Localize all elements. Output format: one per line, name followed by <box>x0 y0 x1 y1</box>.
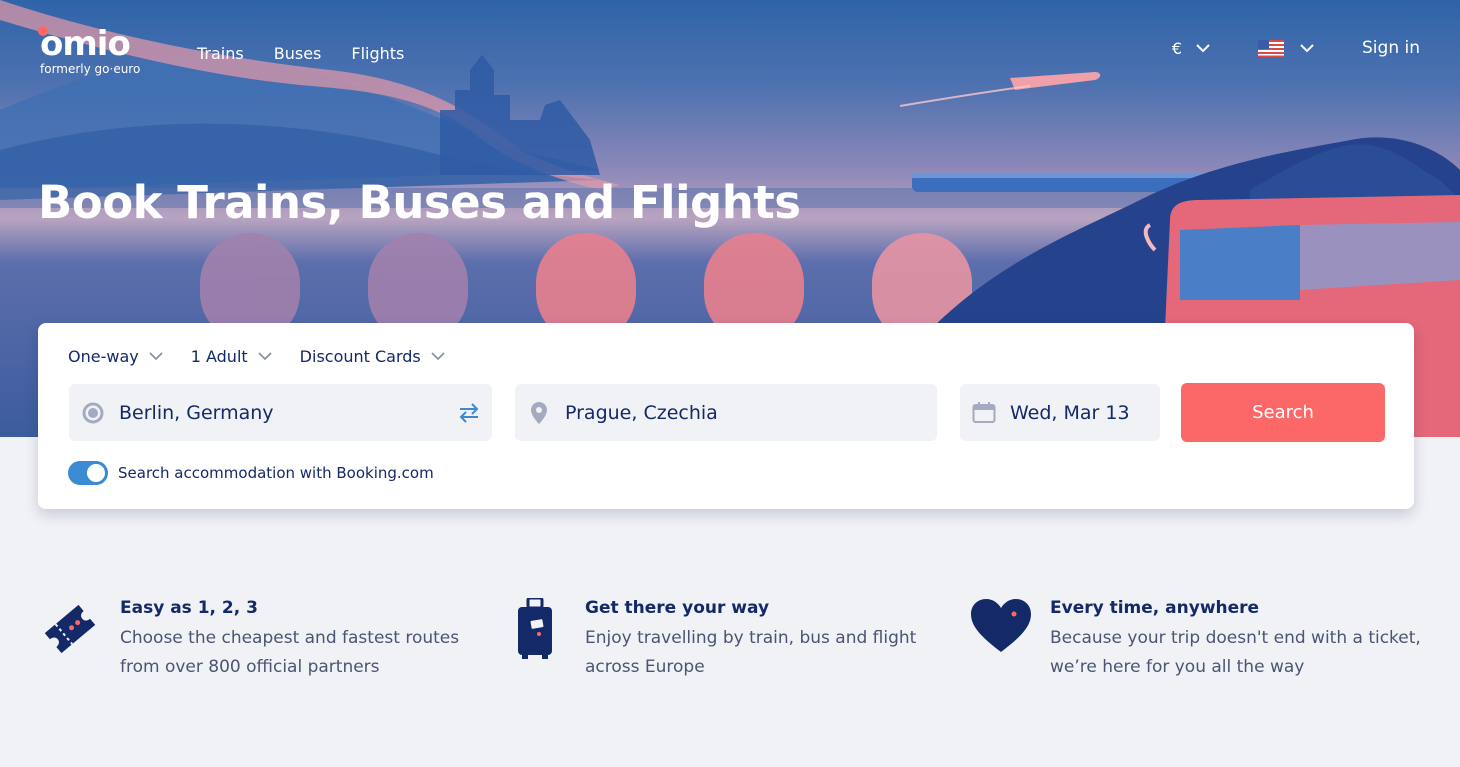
feature-item: Easy as 1, 2, 3 Choose the cheapest and … <box>40 598 500 682</box>
date-field[interactable]: Wed, Mar 13 <box>960 384 1160 441</box>
nav-trains-link[interactable]: Trains <box>197 44 244 63</box>
search-button[interactable]: Search <box>1181 383 1385 442</box>
search-options: One-way 1 Adult Discount Cards <box>68 347 445 366</box>
currency-symbol: € <box>1171 38 1183 58</box>
chevron-down-icon <box>431 352 445 361</box>
toggle-knob <box>87 464 105 482</box>
chevron-down-icon <box>1300 44 1314 53</box>
discount-cards-label: Discount Cards <box>299 347 421 366</box>
main-nav: Trains Buses Flights <box>197 44 404 63</box>
hero-title: Book Trains, Buses and Flights <box>38 176 801 229</box>
passengers-label: 1 Adult <box>190 347 248 366</box>
sign-in-link[interactable]: Sign in <box>1362 38 1420 58</box>
us-flag-icon <box>1258 39 1285 57</box>
nav-buses-link[interactable]: Buses <box>274 44 322 63</box>
trip-type-label: One-way <box>68 347 139 366</box>
trip-type-dropdown[interactable]: One-way <box>68 347 163 366</box>
chevron-down-icon <box>1196 44 1210 53</box>
swap-icon[interactable] <box>456 400 482 431</box>
accommodation-toggle[interactable] <box>68 461 108 485</box>
chevron-down-icon <box>149 352 163 361</box>
feature-title: Every time, anywhere <box>1050 598 1260 618</box>
passengers-dropdown[interactable]: 1 Adult <box>191 347 272 366</box>
feature-title: Get there your way <box>585 598 770 618</box>
to-value: Prague, Czechia <box>565 401 718 424</box>
calendar-icon <box>972 401 996 425</box>
heart-icon <box>970 598 1050 682</box>
to-field[interactable]: Prague, Czechia <box>515 384 937 441</box>
feature-item: Every time, anywhere Because your trip d… <box>970 598 1430 682</box>
feature-text: Because your trip doesn't end with a tic… <box>1050 628 1421 677</box>
from-field[interactable]: Berlin, Germany <box>69 384 492 441</box>
origin-circle-icon <box>81 401 105 425</box>
feature-title: Easy as 1, 2, 3 <box>120 598 258 618</box>
language-selector[interactable] <box>1258 39 1314 57</box>
feature-text: Choose the cheapest and fastest routes f… <box>120 628 460 677</box>
feature-text: Enjoy travelling by train, bus and fligh… <box>585 628 917 677</box>
search-card: One-way 1 Adult Discount Cards Berlin, G… <box>38 323 1414 509</box>
logo-dot <box>38 26 48 36</box>
accommodation-label: Search accommodation with Booking.com <box>118 464 434 482</box>
nav-flights-link[interactable]: Flights <box>351 44 404 63</box>
suitcase-icon <box>505 596 585 682</box>
location-pin-icon <box>527 401 551 425</box>
omio-logo[interactable]: omio formerly go·euro <box>38 24 141 76</box>
discount-cards-dropdown[interactable]: Discount Cards <box>300 347 445 366</box>
header-actions: € Sign in <box>1172 38 1420 58</box>
logo-tagline: formerly go·euro <box>40 62 141 76</box>
date-value: Wed, Mar 13 <box>1010 401 1130 424</box>
from-value: Berlin, Germany <box>119 401 274 424</box>
accommodation-toggle-row: Search accommodation with Booking.com <box>68 461 434 485</box>
ticket-icon <box>40 598 120 682</box>
logo-wordmark: omio <box>40 24 131 64</box>
feature-item: Get there your way Enjoy travelling by t… <box>505 596 965 682</box>
chevron-down-icon <box>258 352 272 361</box>
currency-selector[interactable]: € <box>1172 39 1210 58</box>
